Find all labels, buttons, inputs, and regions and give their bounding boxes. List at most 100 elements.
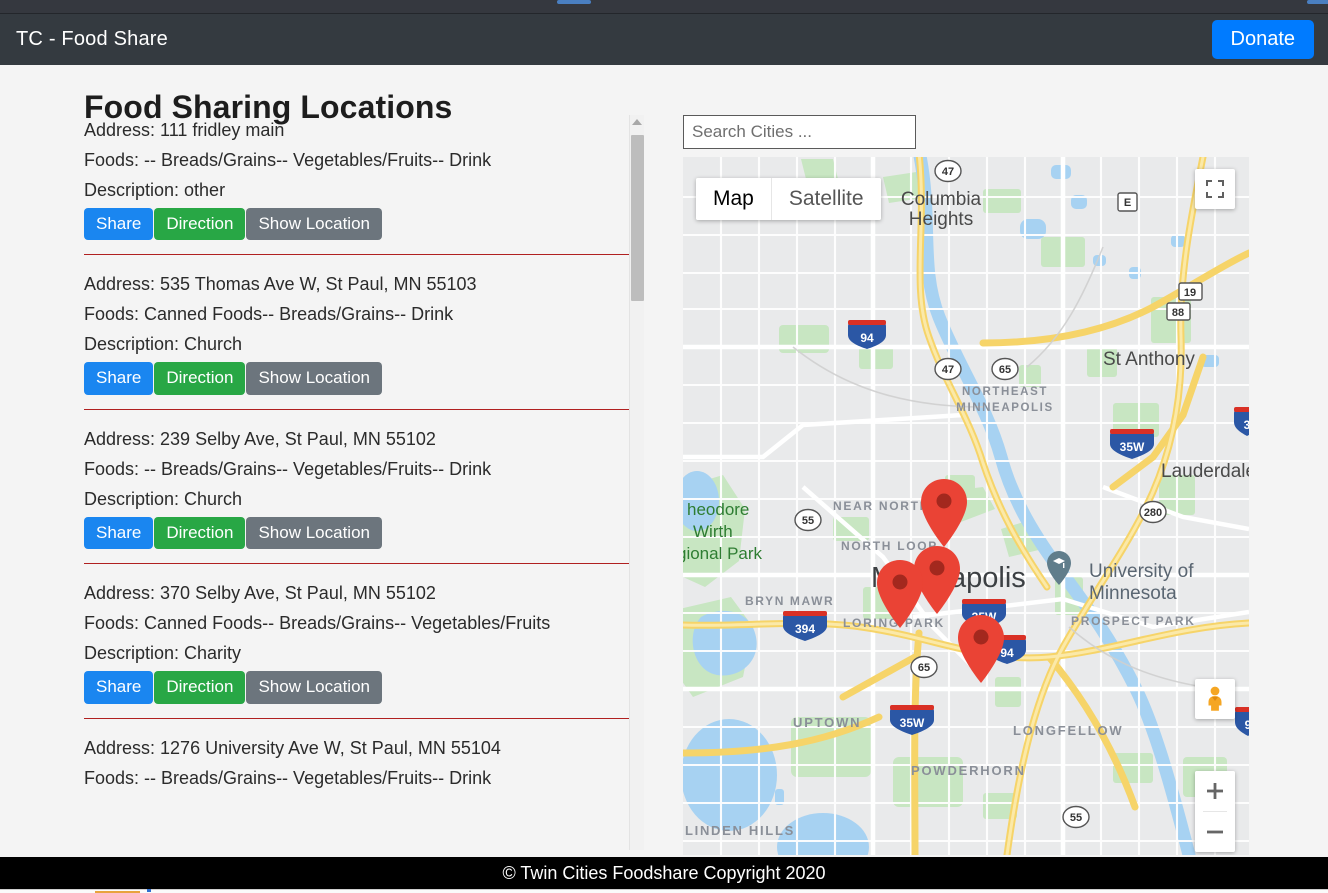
- locations-panel: Address: 111 fridley main Foods: -- Bread…: [84, 115, 644, 850]
- locations-scrollbar[interactable]: [629, 115, 644, 850]
- direction-button[interactable]: Direction: [154, 516, 246, 550]
- svg-text:LINDEN HILLS: LINDEN HILLS: [685, 823, 795, 838]
- browser-tab-indicator: [557, 0, 591, 4]
- zoom-in-button[interactable]: [1195, 771, 1235, 811]
- map-zoom-control[interactable]: [1195, 771, 1235, 852]
- share-button[interactable]: Share: [84, 671, 154, 704]
- svg-text:UPTOWN: UPTOWN: [793, 715, 861, 730]
- svg-text:19: 19: [1184, 287, 1196, 299]
- share-button[interactable]: Share: [84, 208, 154, 241]
- footer: © Twin Cities Foodshare Copyright 2020: [0, 857, 1328, 889]
- show-location-button[interactable]: Show Location: [246, 208, 382, 241]
- svg-text:MINNEAPOLIS: MINNEAPOLIS: [956, 402, 1053, 414]
- svg-text:47: 47: [942, 166, 954, 178]
- svg-text:Columbia: Columbia: [901, 189, 982, 210]
- location-description: Description: Charity: [84, 643, 242, 664]
- svg-text:3: 3: [1244, 418, 1249, 432]
- svg-text:35W: 35W: [900, 716, 925, 730]
- svg-text:PROSPECT PARK: PROSPECT PARK: [1071, 614, 1196, 628]
- location-item: Address: 111 fridley main Foods: -- Bread…: [84, 115, 629, 256]
- location-foods: Foods: -- Breads/Grains-- Vegetables/Fru…: [84, 767, 492, 788]
- svg-text:heodore: heodore: [687, 500, 749, 519]
- location-actions: Share Direction Show Location: [84, 362, 629, 395]
- svg-text:gional Park: gional Park: [683, 544, 763, 563]
- svg-text:E: E: [1124, 197, 1131, 209]
- location-address: Address: 239 Selby Ave, St Paul, MN 5510…: [84, 428, 436, 449]
- svg-text:Wirth: Wirth: [693, 522, 733, 541]
- street-view-pegman-button[interactable]: [1195, 679, 1235, 719]
- pegman-icon: [1208, 686, 1222, 711]
- svg-text:65: 65: [918, 662, 930, 674]
- fullscreen-button[interactable]: [1195, 169, 1235, 209]
- svg-text:65: 65: [999, 364, 1011, 376]
- direction-button[interactable]: Direction: [154, 208, 246, 241]
- location-address: Address: 1276 University Ave W, St Paul,…: [84, 737, 501, 758]
- search-cities-input[interactable]: [683, 115, 916, 149]
- location-separator: [84, 717, 629, 719]
- location-separator: [84, 408, 629, 410]
- scrollbar-thumb[interactable]: [631, 135, 644, 301]
- zoom-out-button[interactable]: [1195, 812, 1235, 852]
- location-actions: Share Direction Show Location: [84, 208, 629, 241]
- location-foods: Foods: Canned Foods-- Breads/Grains-- Dr…: [84, 304, 454, 325]
- location-description: Description: Church: [84, 334, 243, 355]
- locations-list[interactable]: Address: 111 fridley main Foods: -- Bread…: [84, 115, 629, 850]
- location-actions: Share Direction Show Location: [84, 671, 629, 704]
- browser-tab-indicator-right: [1307, 0, 1328, 4]
- minus-icon: [1207, 830, 1223, 834]
- svg-text:NORTHEAST: NORTHEAST: [962, 386, 1048, 398]
- location-item: Address: 239 Selby Ave, St Paul, MN 5510…: [84, 424, 629, 565]
- location-item: Address: 370 Selby Ave, St Paul, MN 5510…: [84, 578, 629, 719]
- location-item: Address: 1276 University Ave W, St Paul,…: [84, 733, 629, 793]
- svg-text:55: 55: [802, 515, 814, 527]
- app-root: TC - Food Share Donate Food Sharing Loca…: [0, 0, 1328, 893]
- location-foods: Foods: -- Breads/Grains-- Vegetables/Fru…: [84, 458, 492, 479]
- svg-text:Minnesota: Minnesota: [1089, 583, 1177, 604]
- share-button[interactable]: Share: [84, 362, 154, 395]
- location-foods: Foods: -- Breads/Grains-- Vegetables/Fru…: [84, 150, 492, 170]
- direction-button[interactable]: Direction: [154, 362, 246, 395]
- svg-text:Lauderdale: Lauderdale: [1161, 461, 1249, 482]
- svg-text:University of: University of: [1089, 561, 1194, 582]
- map-type-map-button[interactable]: Map: [696, 178, 771, 220]
- svg-text:280: 280: [1144, 507, 1162, 519]
- brand-title[interactable]: TC - Food Share: [16, 28, 168, 51]
- svg-text:394: 394: [795, 622, 815, 636]
- share-button[interactable]: Share: [84, 516, 154, 550]
- location-item: Address: 535 Thomas Ave W, St Paul, MN 5…: [84, 269, 629, 410]
- location-actions: Share Direction Show Location: [84, 516, 629, 550]
- svg-text:94: 94: [1000, 646, 1014, 660]
- svg-text:55: 55: [1070, 812, 1082, 824]
- svg-text:Heights: Heights: [909, 209, 973, 230]
- footer-copyright: © Twin Cities Foodshare Copyright 2020: [502, 862, 826, 883]
- map-panel: dale Columbia Heights St Anthony NORTHEA…: [683, 115, 1249, 855]
- location-foods: Foods: Canned Foods-- Breads/Grains-- Ve…: [84, 613, 551, 634]
- map-type-control[interactable]: Map Satellite: [696, 178, 881, 220]
- svg-text:9: 9: [1245, 718, 1249, 732]
- svg-text:94: 94: [860, 331, 874, 345]
- google-map[interactable]: dale Columbia Heights St Anthony NORTHEA…: [683, 157, 1249, 855]
- svg-text:35W: 35W: [1120, 440, 1145, 454]
- location-description: Description: Church: [84, 488, 243, 509]
- svg-text:BRYN MAWR: BRYN MAWR: [745, 594, 834, 608]
- svg-text:LONGFELLOW: LONGFELLOW: [1013, 723, 1123, 738]
- location-separator: [84, 254, 629, 256]
- svg-text:47: 47: [942, 364, 954, 376]
- fullscreen-icon: [1206, 180, 1224, 198]
- show-location-button[interactable]: Show Location: [246, 516, 382, 550]
- location-address: Address: 370 Selby Ave, St Paul, MN 5510…: [84, 583, 436, 604]
- svg-text:POWDERHORN: POWDERHORN: [911, 763, 1026, 778]
- show-location-button[interactable]: Show Location: [246, 362, 382, 395]
- page-body: Food Sharing Locations Address: 111 frid…: [0, 65, 1328, 858]
- direction-button[interactable]: Direction: [154, 671, 246, 704]
- svg-text:NEAR NORTH: NEAR NORTH: [833, 499, 930, 513]
- navbar: TC - Food Share Donate: [0, 14, 1328, 65]
- show-location-button[interactable]: Show Location: [246, 671, 382, 704]
- scrollbar-up-arrow-icon[interactable]: [632, 119, 642, 125]
- svg-text:88: 88: [1172, 307, 1184, 319]
- donate-button[interactable]: Donate: [1211, 20, 1314, 59]
- map-type-satellite-button[interactable]: Satellite: [771, 178, 881, 220]
- location-description: Description: other: [84, 180, 226, 200]
- plus-icon: [1207, 783, 1223, 799]
- location-separator: [84, 563, 629, 565]
